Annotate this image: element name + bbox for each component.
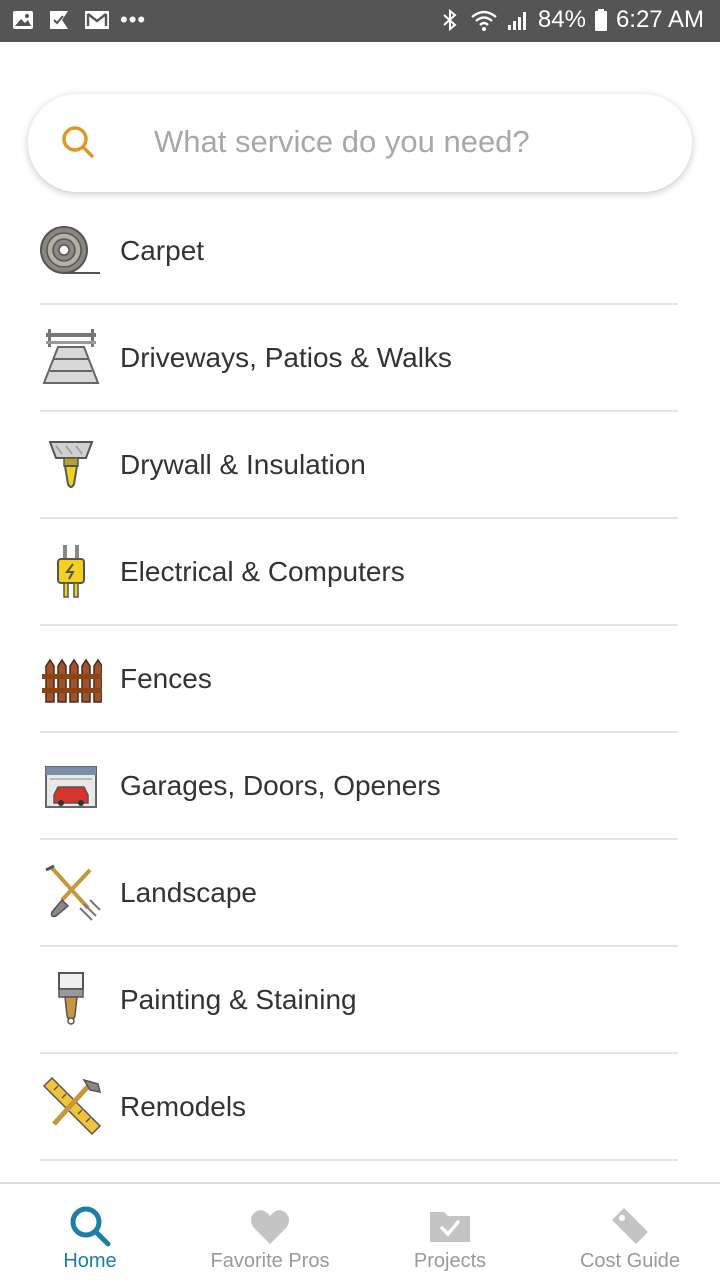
bluetooth-icon bbox=[440, 8, 462, 32]
nav-home[interactable]: Home bbox=[0, 1184, 180, 1280]
folder-check-icon bbox=[428, 1204, 472, 1248]
notification-icons: ••• bbox=[12, 9, 146, 31]
shovel-rake-icon bbox=[40, 862, 102, 924]
signal-icon bbox=[506, 8, 530, 32]
category-label: Garages, Doors, Openers bbox=[120, 769, 441, 801]
check-icon bbox=[48, 9, 70, 31]
nav-home-label: Home bbox=[63, 1250, 117, 1272]
search-icon bbox=[60, 124, 96, 160]
putty-knife-icon bbox=[40, 434, 102, 496]
category-item-electrical[interactable]: Electrical & Computers bbox=[40, 519, 678, 626]
bottom-nav: Home Favorite Pros Projects Cost Guide bbox=[0, 1182, 720, 1280]
wifi-icon bbox=[470, 8, 498, 32]
category-item-remodels[interactable]: Remodels bbox=[40, 1054, 678, 1161]
price-tag-icon bbox=[608, 1204, 652, 1248]
status-bar: ••• 84% 6:27 AM bbox=[0, 0, 720, 42]
nav-favorite-pros-label: Favorite Pros bbox=[210, 1250, 330, 1272]
category-item-painting[interactable]: Painting & Staining bbox=[40, 947, 678, 1054]
category-list: Carpet Driveways, Patios & Walks Drywall… bbox=[40, 198, 678, 1161]
battery-icon bbox=[594, 8, 608, 32]
nav-projects-label: Projects bbox=[413, 1250, 487, 1272]
gallery-icon bbox=[12, 9, 34, 31]
category-item-garages[interactable]: Garages, Doors, Openers bbox=[40, 733, 678, 840]
category-label: Remodels bbox=[120, 1090, 247, 1122]
nav-favorite-pros[interactable]: Favorite Pros bbox=[180, 1184, 360, 1280]
category-label: Fences bbox=[120, 662, 212, 694]
category-item-landscape[interactable]: Landscape bbox=[40, 840, 678, 947]
category-item-drywall[interactable]: Drywall & Insulation bbox=[40, 412, 678, 519]
paintbrush-icon bbox=[40, 969, 102, 1031]
category-label: Painting & Staining bbox=[120, 983, 357, 1015]
search-icon bbox=[68, 1204, 112, 1248]
category-label: Landscape bbox=[120, 876, 258, 908]
system-status: 84% 6:27 AM bbox=[440, 6, 704, 34]
clock: 6:27 AM bbox=[615, 6, 704, 33]
nav-cost-guide-label: Cost Guide bbox=[579, 1250, 681, 1272]
category-item-driveways[interactable]: Driveways, Patios & Walks bbox=[40, 305, 678, 412]
nav-cost-guide[interactable]: Cost Guide bbox=[540, 1184, 720, 1280]
plug-icon bbox=[40, 541, 102, 603]
hammer-ruler-icon bbox=[40, 1076, 102, 1138]
driveway-icon bbox=[40, 327, 102, 389]
category-item-fences[interactable]: Fences bbox=[40, 626, 678, 733]
nav-projects[interactable]: Projects bbox=[360, 1184, 540, 1280]
search-input[interactable] bbox=[154, 116, 594, 168]
more-notifications: ••• bbox=[120, 7, 147, 32]
battery-percent: 84% bbox=[537, 6, 586, 33]
heart-icon bbox=[248, 1204, 292, 1248]
category-item-carpet[interactable]: Carpet bbox=[40, 198, 678, 305]
search-bar[interactable] bbox=[28, 94, 692, 192]
category-label: Electrical & Computers bbox=[120, 555, 405, 587]
garage-icon bbox=[40, 755, 102, 817]
category-label: Carpet bbox=[120, 234, 205, 266]
category-label: Driveways, Patios & Walks bbox=[120, 341, 452, 373]
carpet-roll-icon bbox=[40, 220, 102, 282]
gmail-icon bbox=[84, 9, 109, 31]
category-label: Drywall & Insulation bbox=[120, 448, 366, 480]
fence-icon bbox=[40, 648, 103, 710]
